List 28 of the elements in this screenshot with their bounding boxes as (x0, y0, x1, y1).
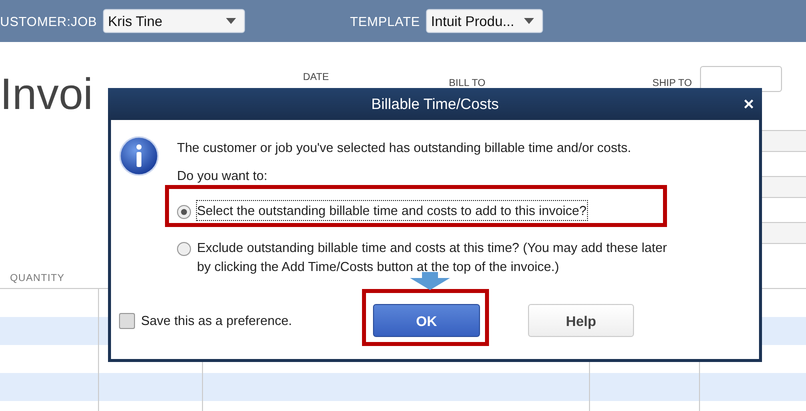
customer-job-dropdown[interactable]: Kris Tine (102, 9, 245, 33)
info-icon (119, 136, 159, 176)
date-label: DATE (302, 72, 329, 83)
help-button[interactable]: Help (528, 304, 634, 337)
caret-icon (524, 18, 534, 24)
invoice-title: Invoi (0, 70, 93, 120)
radio-button[interactable] (177, 205, 191, 219)
dialog-title: Billable Time/Costs (371, 96, 499, 112)
template-dropdown[interactable]: Intuit Produ... (426, 9, 544, 33)
input-field[interactable] (762, 130, 806, 152)
template-label: TEMPLATE (350, 14, 420, 28)
dialog-prompt: Do you want to: (177, 168, 268, 183)
ship-to-label: SHIP TO (652, 78, 692, 89)
close-button[interactable]: × (743, 94, 754, 115)
down-arrow-icon (410, 272, 450, 290)
option-label[interactable]: Select the outstanding billable time and costs to add to this invoice? (197, 201, 587, 220)
preference-label[interactable]: Save this as a preference. (141, 313, 373, 328)
column-header: QUANTITY (10, 272, 65, 284)
input-field[interactable] (762, 176, 806, 198)
preference-checkbox[interactable] (119, 312, 135, 328)
ok-button[interactable]: OK (373, 304, 480, 337)
radio-button[interactable] (177, 242, 191, 256)
bill-to-label: BILL TO (448, 78, 486, 89)
customer-job-label: USTOMER:JOB (0, 14, 97, 28)
caret-icon (226, 18, 236, 24)
option-label[interactable]: Exclude outstanding billable time and costs at this time? (You may add these later by clicking the Add Time/Costs button at the top of the invoice.) (197, 238, 667, 276)
input-field[interactable] (762, 222, 806, 244)
dialog-message: The customer or job you've selected has outstanding billable time and/or costs. (177, 140, 632, 155)
